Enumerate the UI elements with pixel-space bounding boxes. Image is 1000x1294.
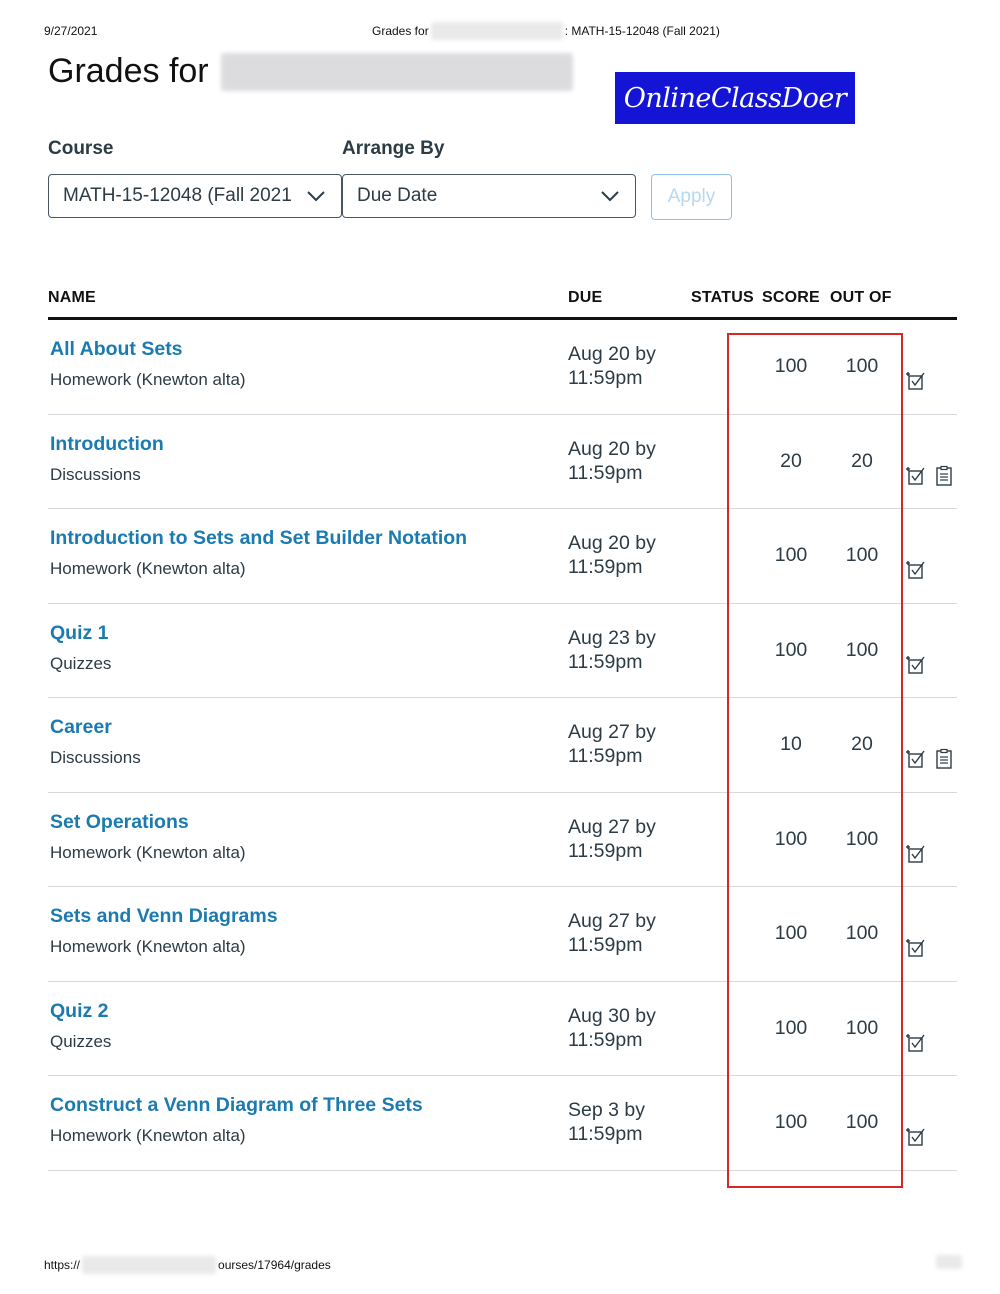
score-highlight-box [727,333,903,1188]
row-actions [905,1032,927,1059]
due-date: Aug 23 by 11:59pm [568,626,656,674]
row-actions [905,843,927,870]
column-header-name[interactable]: NAME [48,289,96,307]
due-date: Aug 20 by 11:59pm [568,342,656,390]
column-header-score[interactable]: SCORE [762,289,820,307]
row-actions [905,937,927,964]
url-prefix: https:// [44,1258,81,1272]
due-date: Aug 20 by 11:59pm [568,437,656,485]
due-date-time: 11:59pm [568,934,643,956]
row-actions [905,654,927,681]
due-date: Sep 3 by 11:59pm [568,1098,645,1146]
submission-icon[interactable] [905,1126,927,1153]
column-header-out-of[interactable]: OUT OF [830,289,892,307]
due-date-time: 11:59pm [568,650,643,673]
submission-icon[interactable] [905,465,927,492]
due-date: Aug 30 by 11:59pm [568,1004,656,1052]
due-date-day: Aug 27 by [568,910,656,932]
submission-icon[interactable] [905,370,927,397]
column-header-status[interactable]: STATUS [691,289,754,307]
course-label: Course [48,138,114,159]
due-date-time: 11:59pm [568,745,643,767]
due-date-time: 11:59pm [568,1123,643,1145]
due-date-time: 11:59pm [568,461,643,484]
due-date-time: 11:59pm [568,1028,643,1051]
assignment-category: Homework (Knewton alta) [50,370,246,389]
chevron-down-icon [601,191,619,202]
assignment-category: Quizzes [50,653,112,673]
assignment-category: Quizzes [50,1031,112,1051]
due-date: Aug 27 by 11:59pm [568,720,656,768]
arrange-by-select[interactable]: Due Date [342,174,636,218]
submission-icon[interactable] [905,559,927,586]
due-date: Aug 20 by 11:59pm [568,531,656,579]
print-date: 9/27/2021 [44,24,98,38]
submission-icon[interactable] [905,937,927,964]
due-date: Aug 27 by 11:59pm [568,909,656,957]
row-actions [905,1126,927,1153]
assignment-category: Discussions [50,748,141,767]
course-select[interactable]: MATH-15-12048 (Fall 2021 [48,174,342,218]
course-select-value: MATH-15-12048 (Fall 2021 [63,185,292,206]
redacted-url [82,1256,217,1274]
assignment-link[interactable]: Construct a Venn Diagram of Three Sets [50,1094,423,1117]
due-date-day: Sep 3 by [568,1099,645,1121]
url-suffix: ourses/17964/grades [218,1258,331,1272]
row-actions [905,370,927,397]
assignment-link[interactable]: Quiz 1 [50,622,109,645]
submission-icon[interactable] [905,748,927,775]
row-actions [905,465,955,492]
due-date-day: Aug 20 by [568,343,656,365]
redacted-student-name [220,52,573,91]
rubric-icon[interactable] [933,748,955,775]
due-date: Aug 27 by 11:59pm [568,815,656,863]
due-date-time: 11:59pm [568,556,643,578]
row-actions [905,559,927,586]
due-date-day: Aug 20 by [568,437,656,460]
assignment-category: Homework (Knewton alta) [50,1126,246,1145]
due-date-day: Aug 30 by [568,1004,656,1027]
submission-icon[interactable] [905,843,927,870]
row-actions [905,748,955,775]
assignment-link[interactable]: All About Sets [50,338,183,361]
assignment-link[interactable]: Career [50,716,112,739]
print-title: Grades for : MATH-15-12048 (Fall 2021) [372,22,720,40]
print-footer-url: https:// ourses/17964/grades [44,1256,331,1274]
due-date-day: Aug 20 by [568,532,656,554]
redacted-page-number [936,1255,962,1269]
due-date-day: Aug 27 by [568,815,656,838]
logo-text: OnlineClassDoer [623,82,847,114]
assignment-link[interactable]: Introduction [50,433,164,456]
due-date-day: Aug 27 by [568,721,656,743]
arrange-by-value: Due Date [357,185,438,206]
page-title: Grades for [48,52,573,91]
print-title-prefix: Grades for [372,24,429,39]
assignment-category: Homework (Knewton alta) [50,559,246,578]
submission-icon[interactable] [905,1032,927,1059]
print-title-suffix: : MATH-15-12048 (Fall 2021) [564,24,720,39]
due-date-day: Aug 23 by [568,626,656,649]
rubric-icon[interactable] [933,465,955,492]
column-header-due[interactable]: DUE [568,289,602,307]
print-header: 9/27/2021 Grades for : MATH-15-12048 (Fal… [0,22,1000,40]
due-date-time: 11:59pm [568,367,643,389]
apply-button[interactable]: Apply [651,174,732,220]
submission-icon[interactable] [905,654,927,681]
page-title-text: Grades for [48,52,209,90]
chevron-down-icon [305,186,327,206]
assignment-category: Discussions [50,464,141,484]
due-date-time: 11:59pm [568,839,643,862]
watermark-logo: OnlineClassDoer [615,72,855,124]
assignment-category: Homework (Knewton alta) [50,842,246,862]
assignment-link[interactable]: Introduction to Sets and Set Builder Not… [50,527,467,550]
assignment-link[interactable]: Quiz 2 [50,1000,109,1023]
arrange-by-label: Arrange By [342,138,445,159]
assignment-category: Homework (Knewton alta) [50,937,246,956]
assignment-link[interactable]: Sets and Venn Diagrams [50,905,278,928]
assignment-link[interactable]: Set Operations [50,811,189,834]
redacted-student-name [430,22,563,40]
